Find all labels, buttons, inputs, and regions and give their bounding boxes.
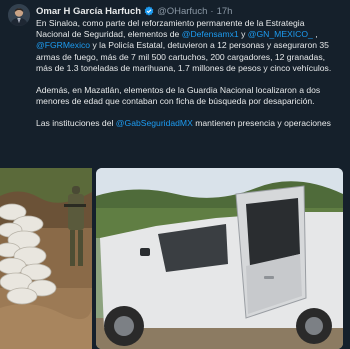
tweet-time[interactable]: 17h <box>217 6 233 17</box>
author-name[interactable]: Omar H García Harfuch <box>36 6 141 17</box>
photo-seized-marijuana-sacks[interactable] <box>0 168 92 349</box>
author-avatar[interactable] <box>8 4 30 26</box>
tweet-text: En Sinaloa, como parte del reforzamiento… <box>36 18 336 130</box>
tweet-paragraph-3: Las instituciones del @GabSeguridadMX ma… <box>36 118 331 129</box>
tweet-header: Omar H García Harfuch @OHarfuch · 17h <box>36 5 232 17</box>
separator-dot: · <box>210 5 214 17</box>
photo-white-pickup-truck[interactable] <box>96 168 343 349</box>
tweet-media <box>0 168 350 349</box>
tweet-card[interactable]: Omar H García Harfuch @OHarfuch · 17h En… <box>0 0 350 349</box>
tweet-paragraph-2: Además, en Mazatlán, elementos de la Gua… <box>36 85 321 107</box>
mention-gn-mexico[interactable]: @GN_MEXICO_ <box>248 29 313 39</box>
author-handle[interactable]: @OHarfuch <box>157 6 207 17</box>
mention-fgr-mexico[interactable]: @FGRMexico <box>36 40 90 50</box>
mention-gab-seguridad[interactable]: @GabSeguridadMX <box>116 118 193 128</box>
tweet-paragraph-1: En Sinaloa, como parte del reforzamiento… <box>36 18 332 73</box>
verified-badge-icon <box>144 6 154 16</box>
mention-defensa[interactable]: @Defensamx1 <box>182 29 239 39</box>
